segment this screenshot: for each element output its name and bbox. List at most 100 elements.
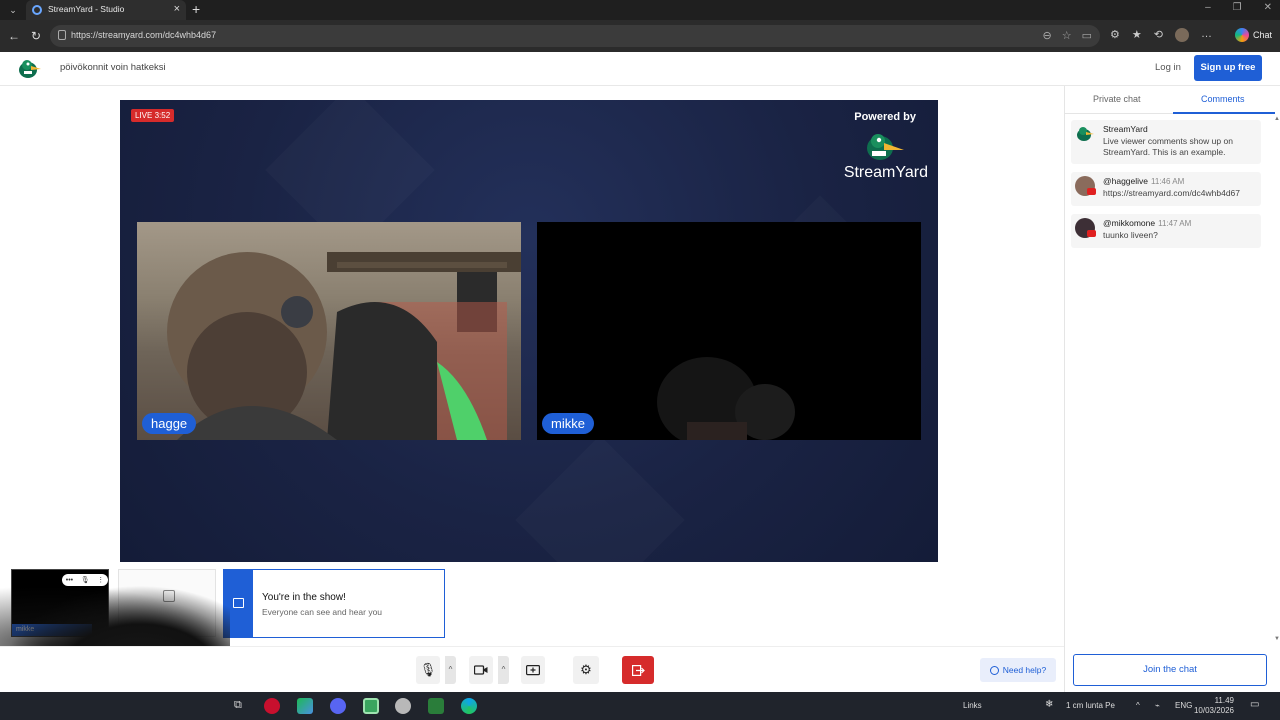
camera-feed-image <box>167 252 521 440</box>
reload-icon[interactable]: ↻ <box>31 29 41 43</box>
close-tab-icon[interactable]: × <box>174 3 180 15</box>
exit-icon <box>631 664 645 676</box>
app-icon[interactable] <box>297 698 313 714</box>
participant-video-hagge[interactable]: hagge <box>137 222 521 440</box>
network-icon[interactable]: ⌁ <box>1155 701 1160 710</box>
weather-text[interactable]: 1 cm lunta Pe <box>1066 701 1115 710</box>
browser-toolbar: ⚙ ★ ⟲ … <box>1110 28 1212 42</box>
camera-toggle-button[interactable] <box>469 656 493 684</box>
mic-icon[interactable]: 🎙 <box>81 576 90 584</box>
chat-side-panel: Private chat Comments StreamYard Live vi… <box>1064 86 1280 692</box>
language-indicator[interactable]: ENG <box>1175 701 1192 710</box>
tab-list-icon[interactable]: ⌄ <box>4 2 22 18</box>
youtube-icon <box>1087 230 1096 237</box>
login-link[interactable]: Log in <box>1155 62 1181 73</box>
minimize-icon[interactable]: – <box>1205 2 1211 13</box>
copilot-chat-button[interactable]: Chat <box>1234 28 1272 42</box>
tab-private-chat[interactable]: Private chat <box>1093 94 1141 104</box>
snow-icon: ❄ <box>1045 699 1054 710</box>
lock-icon <box>58 30 66 40</box>
studio-control-bar: 🎙 ^ ^ ⚙ Need help? <box>0 646 1064 692</box>
opera-icon[interactable] <box>264 698 280 714</box>
leave-studio-button[interactable] <box>622 656 654 684</box>
notice-title: You're in the show! <box>262 592 346 603</box>
comment-text: https://streamyard.com/dc4whb4d67 <box>1103 188 1241 198</box>
zoom-icon[interactable]: ⊖ <box>1043 29 1052 42</box>
comment-time: 11:47 AM <box>1158 219 1192 228</box>
help-circle-icon <box>989 665 999 675</box>
comment-author-name: StreamYard <box>1103 124 1148 134</box>
comment-time: 11:46 AM <box>1151 177 1185 186</box>
discord-icon[interactable] <box>330 698 346 714</box>
comments-scrollbar[interactable]: ▲ ▼ <box>1273 116 1280 646</box>
comment-text: tuunko liveen? <box>1103 230 1158 240</box>
maximize-icon[interactable]: ❐ <box>1233 2 1242 13</box>
tray-chevron-icon[interactable]: ^ <box>1136 701 1140 710</box>
share-screen-icon <box>526 664 540 675</box>
browser-tab-bar: ⌄ StreamYard - Studio × + – ❐ ✕ <box>0 0 1280 20</box>
streamyard-brand-logo-icon <box>867 134 904 160</box>
extensions-icon[interactable]: ⚙ <box>1110 28 1120 42</box>
share-screen-button[interactable] <box>521 656 545 684</box>
favorite-star-icon[interactable]: ☆ <box>1062 29 1072 42</box>
task-view-icon[interactable]: ⧉ <box>234 699 242 712</box>
comment-author: @mikkomone 11:47 AM <box>1103 218 1191 228</box>
back-icon[interactable]: ← <box>8 29 20 43</box>
copilot-icon <box>1234 28 1249 42</box>
join-chat-button[interactable]: Join the chat <box>1073 654 1267 686</box>
mic-options-chevron-icon[interactable]: ^ <box>445 656 456 684</box>
microphone-icon: 🎙 <box>419 662 437 677</box>
in-show-notice: You're in the show! Everyone can see and… <box>223 569 445 638</box>
comment-author-name: @haggelive <box>1103 176 1149 186</box>
url-text: https://streamyard.com/dc4whb4d67 <box>71 30 217 40</box>
new-tab-icon[interactable]: + <box>192 1 200 17</box>
windows-taskbar: ⧉ Links ❄ 1 cm lunta Pe ^ ⌁ ENG 11.49 10… <box>0 692 1280 720</box>
system-clock[interactable]: 11.49 10/03/2026 <box>1194 696 1234 716</box>
more-icon[interactable]: … <box>1201 28 1212 42</box>
mute-mic-button[interactable]: 🎙 <box>416 656 440 684</box>
history-icon[interactable]: ⟲ <box>1154 28 1163 42</box>
brand-name: StreamYard <box>843 164 928 181</box>
notifications-icon[interactable]: ▭ <box>1250 699 1259 710</box>
comment-item: @haggelive 11:46 AM https://streamyard.co… <box>1071 172 1261 206</box>
window-controls: – ❐ ✕ <box>1205 2 1272 13</box>
youtube-icon <box>1087 188 1096 195</box>
panel-tabs: Private chat Comments <box>1065 86 1275 114</box>
signup-button[interactable]: Sign up free <box>1194 55 1262 81</box>
chat-label: Chat <box>1252 30 1272 40</box>
address-bar[interactable]: https://streamyard.com/dc4whb4d67 ⊖ ☆ ▭ <box>50 25 1100 47</box>
tab-comments[interactable]: Comments <box>1201 94 1245 104</box>
reader-icon[interactable]: ▭ <box>1082 29 1092 42</box>
active-app-icon[interactable] <box>363 698 379 714</box>
streamyard-logo-icon[interactable] <box>16 57 42 81</box>
profile-avatar[interactable] <box>1174 28 1189 42</box>
close-window-icon[interactable]: ✕ <box>1264 2 1272 13</box>
edge-icon[interactable] <box>461 698 477 714</box>
browser-tab[interactable]: StreamYard - Studio × <box>26 0 186 20</box>
active-tab-indicator <box>1173 112 1275 114</box>
comment-item: @mikkomone 11:47 AM tuunko liveen? <box>1071 214 1261 248</box>
kebab-menu-icon[interactable]: ⋮ <box>97 576 104 584</box>
comment-author: StreamYard <box>1103 124 1148 134</box>
tab-title: StreamYard - Studio <box>48 4 125 14</box>
app-icon[interactable] <box>395 698 411 714</box>
scroll-up-icon[interactable]: ▲ <box>1273 116 1280 122</box>
scroll-down-icon[interactable]: ▼ <box>1273 636 1280 642</box>
more-options-icon[interactable]: ••• <box>66 577 73 584</box>
comment-author: @haggelive 11:46 AM <box>1103 176 1184 186</box>
settings-button[interactable]: ⚙ <box>573 656 599 684</box>
favorites-icon[interactable]: ★ <box>1132 28 1142 42</box>
gear-icon: ⚙ <box>580 662 592 677</box>
camera-icon <box>474 665 488 675</box>
streamyard-avatar-icon <box>1077 127 1094 141</box>
play-store-icon[interactable] <box>428 698 444 714</box>
participant-name-tag: mikke <box>542 413 594 434</box>
participant-name-tag: hagge <box>142 413 197 434</box>
participant-video-mikke[interactable]: mikke <box>537 222 921 440</box>
stage-decoration <box>515 435 685 562</box>
powered-by-text: Powered by <box>854 111 916 123</box>
camera-options-chevron-icon[interactable]: ^ <box>498 656 509 684</box>
need-help-button[interactable]: Need help? <box>980 658 1056 682</box>
links-toolbar[interactable]: Links <box>963 701 982 710</box>
comment-author-name: @mikkomone <box>1103 218 1156 228</box>
